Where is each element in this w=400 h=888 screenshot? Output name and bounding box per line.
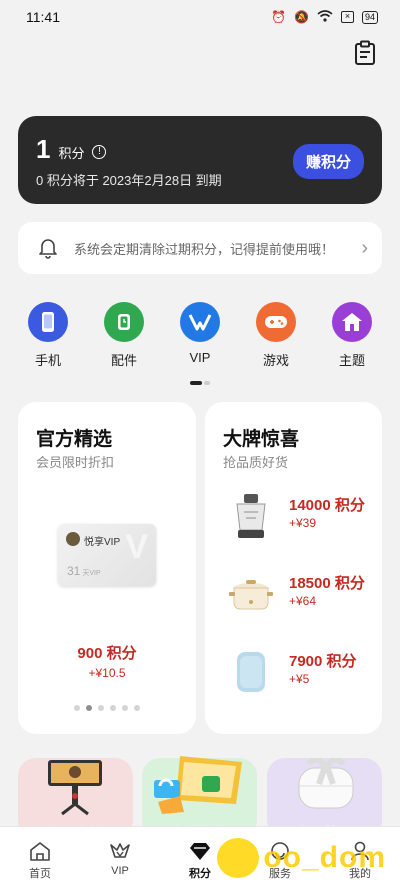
smart-speaker-image [237,652,265,692]
vip-card-days: 31 天VIP [67,564,101,578]
notice-text: 系统会定期清除过期积分，记得提前使用哦！ [74,241,335,257]
official-price-points: 900 积分 [77,645,137,662]
vip-membership-card-image[interactable]: V 悦享VIP 31 天VIP [58,524,156,586]
vip-crown-icon [110,843,130,858]
tab-vip[interactable]: VIP [80,827,160,888]
tab-home[interactable]: 首页 [0,827,80,888]
chevron-right-icon: › [361,236,368,259]
tab-label: 服务 [269,868,291,880]
status-time: 11:41 [26,9,60,25]
vip-watermark-icon: V [125,528,148,566]
category-label: VIP [189,350,211,365]
vip-logo-icon [66,532,80,546]
top-toolbar [0,34,400,82]
alarm-icon: ⏰ [271,10,287,24]
home-icon [332,302,372,342]
watch-icon [104,302,144,342]
info-icon[interactable]: ! [92,145,107,159]
product-points: 14000 积分 [289,497,365,514]
status-bar: 11:41 ⏰ 🔕 × 94 [0,0,400,34]
diamond-icon [190,843,210,860]
points-balance: 1 [36,134,51,164]
carousel-dot-active [86,705,92,711]
category-label: 手机 [34,353,61,368]
category-label: 游戏 [262,353,289,368]
tab-profile[interactable]: 我的 [320,827,400,888]
product-cash: +¥64 [289,594,317,608]
wifi-icon [317,9,333,25]
product-cash: +¥39 [289,516,317,530]
tab-points[interactable]: 积分 [160,827,240,888]
home-icon [30,842,50,861]
points-unit: 积分 [58,145,85,161]
brand-surprise-card: 大牌惊喜 抢品质好货 14000 积分 +¥39 18500 积分 +¥64 7… [205,402,382,734]
carousel-dot [134,705,140,711]
vip-icon [180,302,220,342]
food-chopper-image [236,494,266,538]
carousel-dot [122,705,128,711]
carousel-dot [98,705,104,711]
product-cash: +¥5 [289,672,310,686]
official-picks-card[interactable]: 官方精选 会员限时折扣 V 悦享VIP 31 天VIP 900 积分 +¥10.5 [18,402,196,734]
category-themes[interactable]: 主题 [318,302,386,369]
product-item[interactable]: 7900 积分 +¥5 [219,642,379,706]
card-title: 大牌惊喜 [223,429,300,450]
sim-icon: × [340,11,354,23]
bottom-tabbar: 首页 VIP 积分 服务 我的 [0,826,400,888]
earbuds-image [298,758,354,809]
card-subtitle: 会员限时折扣 [36,455,115,470]
gamepad-icon [256,302,296,342]
product-item[interactable]: 18500 积分 +¥64 [219,564,379,628]
product-item[interactable]: 14000 积分 +¥39 [219,486,379,550]
profile-icon [351,841,369,861]
category-vip[interactable]: VIP [166,302,234,369]
category-page-indicator [190,381,210,385]
earn-points-button[interactable]: 赚积分 [292,144,364,179]
service-icon [271,842,289,860]
vip-card-brand: 悦享VIP [84,537,121,548]
official-price-cash: +¥10.5 [88,666,126,680]
clipboard-icon[interactable] [354,40,376,66]
category-accessories[interactable]: 配件 [90,302,158,369]
category-games[interactable]: 游戏 [242,302,310,369]
category-row: 手机 配件 VIP 游戏 主题 [14,302,386,369]
card-title: 官方精选 [36,429,113,450]
carousel-dots [18,705,196,711]
mute-icon: 🔕 [294,10,309,24]
phone-icon [28,302,68,342]
carousel-dot [74,705,80,711]
electric-pot-image [229,580,273,610]
category-phone[interactable]: 手机 [14,302,82,369]
card-subtitle: 抢品质好货 [223,455,289,470]
product-points: 7900 积分 [289,653,357,670]
tab-label: VIP [111,865,129,877]
phone-stand-image [48,760,102,816]
carousel-dot [110,705,116,711]
battery-icon: 94 [361,10,378,24]
tab-label: 积分 [189,868,211,880]
tab-label: 我的 [349,868,371,880]
tab-label: 首页 [29,868,51,880]
category-label: 配件 [110,353,137,368]
product-points: 18500 积分 [289,575,365,592]
bell-icon [38,237,58,259]
category-label: 主题 [338,353,365,368]
status-icons: ⏰ 🔕 × 94 [271,9,378,25]
notice-bar[interactable]: 系统会定期清除过期积分，记得提前使用哦！ › [18,222,382,274]
points-card: 1 积分 ! 0 积分将于 2023年2月28日 到期 赚积分 [18,116,382,204]
tab-service[interactable]: 服务 [240,827,320,888]
gift-boxes-image [154,756,242,814]
